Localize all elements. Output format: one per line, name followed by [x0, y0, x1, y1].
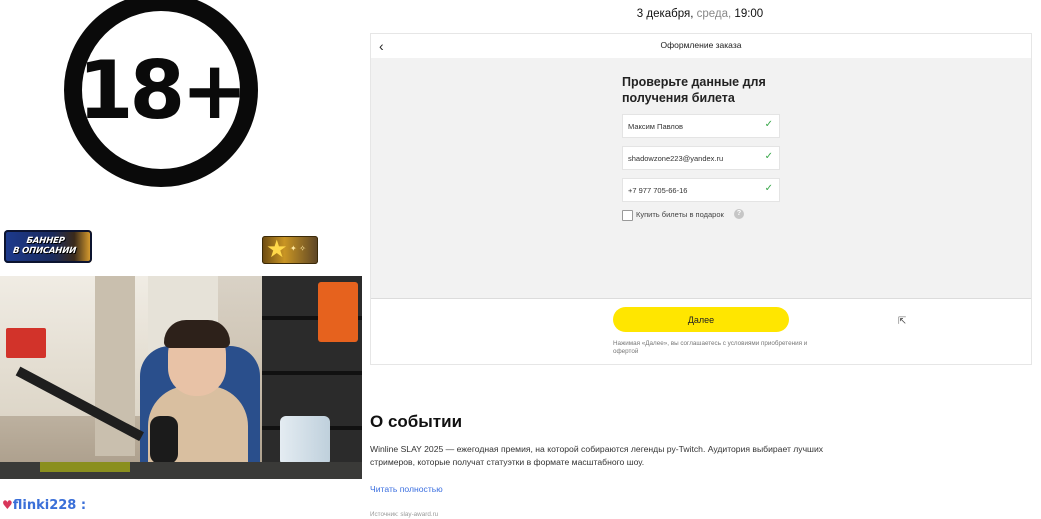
check-icon: ✓ [764, 119, 773, 130]
banner-in-description-badge: БАННЕР В ОПИСАНИИ [4, 230, 92, 263]
event-date: 3 декабря, [636, 8, 694, 20]
chat-username: flinki228 : [12, 498, 87, 513]
gift-checkbox[interactable] [622, 210, 633, 221]
order-panel: ‹ Оформление заказа Проверьте данные для… [370, 33, 1032, 365]
phone-input[interactable] [623, 179, 758, 201]
star-icon: ★ [266, 236, 288, 263]
name-input[interactable] [623, 115, 758, 137]
source-text: Источник: slay-award.ru [370, 511, 439, 518]
phone-field: ✓ [622, 178, 780, 202]
gift-label: Купить билеты в подарок [636, 210, 724, 219]
microphone-icon [150, 416, 178, 464]
banner-text: БАННЕР В ОПИСАНИИ [12, 236, 77, 256]
about-event-title: О событии [370, 412, 463, 431]
age-rating-badge: 18+ [64, 0, 258, 187]
email-field: ✓ [622, 146, 780, 170]
check-icon: ✓ [764, 183, 773, 194]
next-button[interactable]: Далее [613, 307, 789, 332]
order-title: Оформление заказа [660, 40, 742, 50]
sparkle-icon: ✦ ✧ [290, 244, 306, 253]
form-heading: Проверьте данные для получения билета [622, 75, 766, 105]
mouse-cursor-icon: ⇱ [898, 316, 907, 327]
event-weekday: среда, [693, 8, 732, 20]
divider [371, 298, 1031, 299]
heart-icon: ♥ [2, 498, 13, 512]
check-icon: ✓ [764, 151, 773, 162]
event-datetime: 3 декабря, среда, 19:00 [600, 8, 800, 20]
order-form: Проверьте данные для получения билета ✓ … [371, 58, 1031, 327]
terms-text: Нажимая «Далее», вы соглашаетесь с услов… [613, 340, 808, 355]
stream-overlay: 18+ БАННЕР В ОПИСАНИИ ★ ✦ ✧ ♥flinki228 : [0, 0, 362, 519]
email-input[interactable] [623, 147, 758, 169]
age-rating-text: 18+ [78, 44, 244, 137]
help-icon[interactable]: ? [734, 209, 744, 219]
order-header: ‹ Оформление заказа [371, 34, 1031, 58]
read-more-link[interactable]: Читать полностью [370, 484, 443, 494]
chat-message: ♥flinki228 : [2, 498, 90, 518]
name-field: ✓ [622, 114, 780, 138]
about-event-description: Winline SLAY 2025 — ежегодная премия, на… [370, 444, 824, 467]
webcam-feed [0, 276, 362, 479]
star-badge: ★ ✦ ✧ [262, 236, 318, 264]
event-time: 19:00 [731, 8, 764, 20]
